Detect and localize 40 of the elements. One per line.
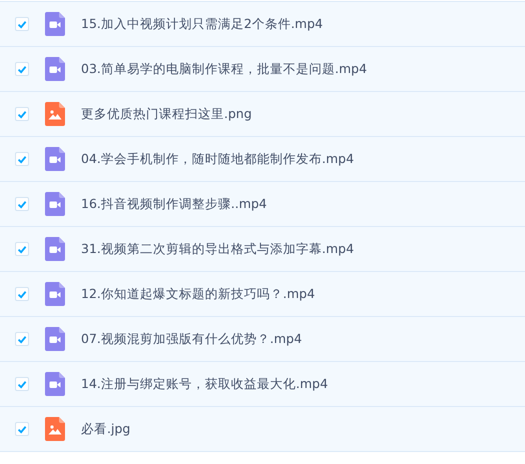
file-row[interactable]: 15.加入中视频计划只需满足2个条件.mp4 (0, 1, 525, 46)
checkbox[interactable] (15, 197, 29, 211)
file-row[interactable]: 更多优质热门课程扫这里.png (0, 91, 525, 136)
video-file-icon (45, 57, 65, 81)
file-row[interactable]: 16.抖音视频制作调整步骤..mp4 (0, 181, 525, 226)
file-name: 12.你知道起爆文标题的新技巧吗？.mp4 (81, 286, 315, 302)
checkbox[interactable] (15, 62, 29, 76)
video-file-icon (45, 372, 65, 396)
file-name: 07.视频混剪加强版有什么优势？.mp4 (81, 330, 302, 348)
file-row[interactable]: 12.你知道起爆文标题的新技巧吗？.mp4 (0, 271, 525, 316)
checkbox[interactable] (15, 377, 29, 391)
image-file-icon (45, 417, 65, 441)
file-row[interactable]: 04.学会手机制作，随时随地都能制作发布.mp4 (0, 136, 525, 181)
image-file-icon (45, 102, 65, 126)
file-name: 03.简单易学的电脑制作课程，批量不是问题.mp4 (81, 60, 367, 78)
file-name: 15.加入中视频计划只需满足2个条件.mp4 (81, 16, 323, 32)
checkbox[interactable] (15, 107, 29, 121)
file-name: 31.视频第二次剪辑的导出格式与添加字幕.mp4 (81, 240, 354, 258)
checkbox[interactable] (15, 242, 29, 256)
file-name: 必看.jpg (81, 420, 130, 438)
file-row[interactable]: 14.注册与绑定账号，获取收益最大化.mp4 (0, 361, 525, 406)
file-row[interactable]: 31.视频第二次剪辑的导出格式与添加字幕.mp4 (0, 226, 525, 271)
file-name: 更多优质热门课程扫这里.png (81, 106, 252, 122)
video-file-icon (45, 192, 65, 216)
file-row[interactable]: 07.视频混剪加强版有什么优势？.mp4 (0, 316, 525, 361)
video-file-icon (45, 282, 65, 306)
file-row[interactable]: 必看.jpg (0, 406, 525, 452)
file-row[interactable]: 03.简单易学的电脑制作课程，批量不是问题.mp4 (0, 46, 525, 91)
checkbox[interactable] (15, 287, 29, 301)
video-file-icon (45, 237, 65, 261)
checkbox[interactable] (15, 17, 29, 31)
video-file-icon (45, 147, 65, 171)
video-file-icon (45, 12, 65, 36)
file-name: 16.抖音视频制作调整步骤..mp4 (81, 196, 267, 212)
file-name: 04.学会手机制作，随时随地都能制作发布.mp4 (81, 150, 354, 168)
checkbox[interactable] (15, 152, 29, 166)
file-name: 14.注册与绑定账号，获取收益最大化.mp4 (81, 376, 328, 392)
checkbox[interactable] (15, 332, 29, 346)
checkbox[interactable] (15, 422, 29, 436)
video-file-icon (45, 327, 65, 351)
